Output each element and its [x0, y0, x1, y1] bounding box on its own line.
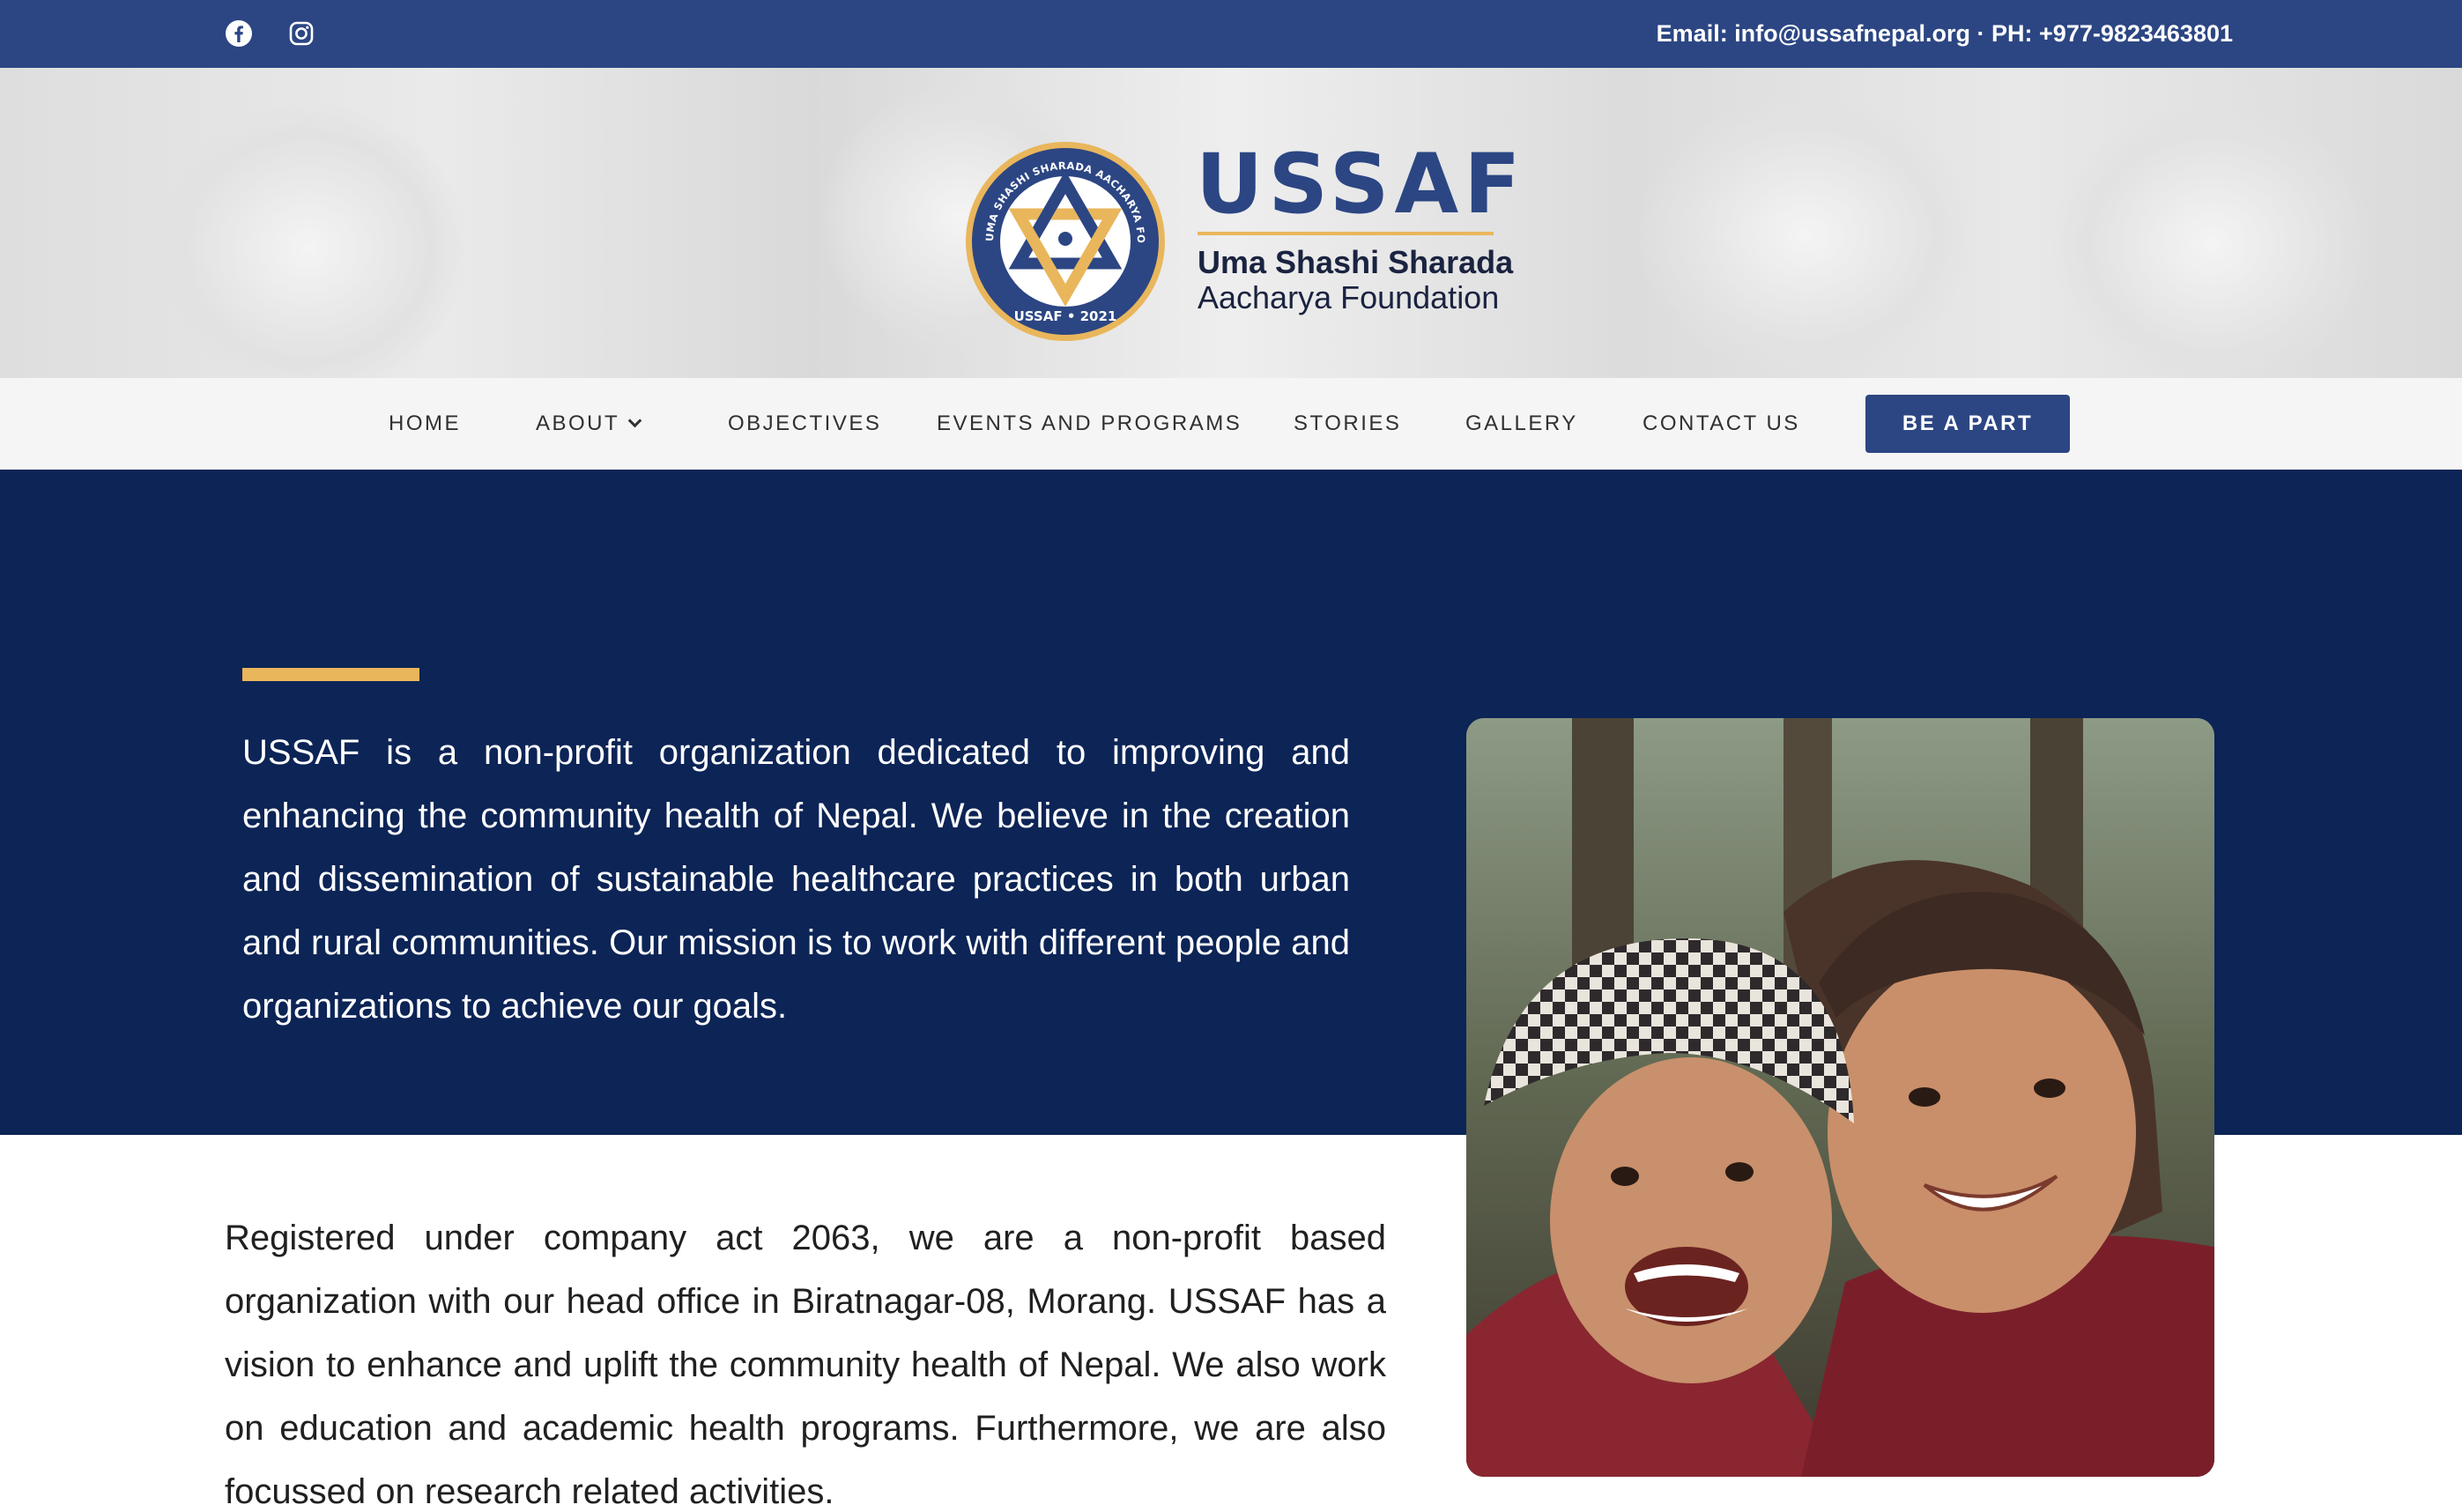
nav-objectives[interactable]: OBJECTIVES — [728, 378, 881, 470]
ussaf-seal-logo: UMA SHASHI SHARADA AACHARYA FOUNDATION U… — [964, 140, 1165, 341]
logo-divider — [1198, 232, 1494, 235]
facebook-icon[interactable] — [221, 16, 256, 51]
instagram-icon[interactable] — [284, 16, 319, 51]
nav-stories[interactable]: STORIES — [1294, 378, 1401, 470]
accent-bar — [242, 668, 419, 681]
nav-events-and-programs[interactable]: EVENTS AND PROGRAMS — [937, 378, 1242, 470]
logo-subtitle: Uma Shashi Sharada — [1198, 244, 1514, 280]
main-nav: HOME ABOUT OBJECTIVES EVENTS AND PROGRAM… — [0, 378, 2462, 470]
mission-statement: USSAF is a non-profit organization dedic… — [242, 733, 1350, 1026]
header-banner: UMA SHASHI SHARADA AACHARYA FOUNDATION U… — [0, 68, 2462, 378]
nav-about-label: ABOUT — [536, 411, 620, 435]
banner-photo-face — [150, 103, 467, 378]
be-a-part-button[interactable]: BE A PART — [1865, 395, 2070, 453]
banner-photo-face — [1639, 94, 1974, 376]
nav-about[interactable]: ABOUT — [536, 378, 642, 470]
banner-photo-face — [2053, 103, 2370, 378]
contact-info: Email: info@ussafnepal.org · PH: +977-98… — [1656, 20, 2233, 47]
top-bar: Email: info@ussafnepal.org · PH: +977-98… — [0, 0, 2462, 68]
chevron-down-icon — [627, 413, 642, 428]
logo-subtitle: Aacharya Foundation — [1198, 279, 1500, 315]
nav-gallery[interactable]: GALLERY — [1465, 378, 1578, 470]
svg-text:USSAF • 2021: USSAF • 2021 — [1014, 308, 1117, 324]
logo-wordmark: USSAF — [1196, 137, 1526, 233]
children-photo — [1466, 718, 2214, 1477]
nav-home[interactable]: HOME — [389, 378, 461, 470]
nav-contact-us[interactable]: CONTACT US — [1643, 378, 1800, 470]
about-paragraph: Registered under company act 2063, we ar… — [225, 1219, 1386, 1511]
